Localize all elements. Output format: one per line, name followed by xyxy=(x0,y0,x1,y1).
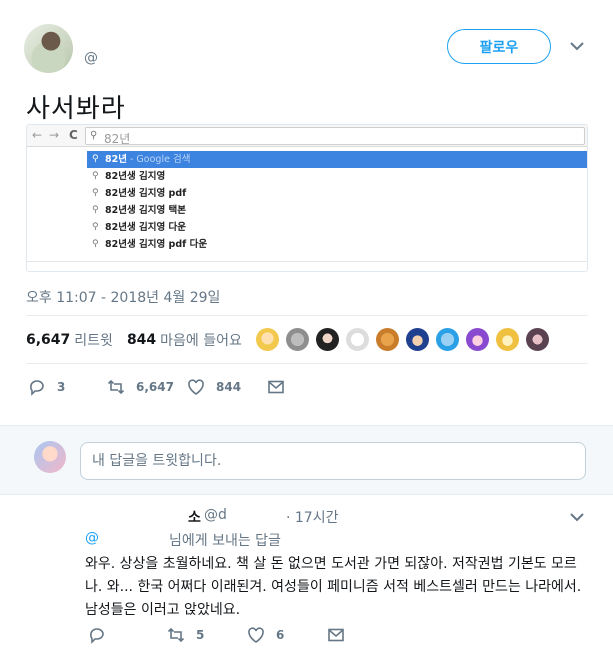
search-icon: ⚲ xyxy=(92,239,99,249)
heart-icon xyxy=(188,379,204,395)
search-icon: ⚲ xyxy=(92,171,99,181)
retweets-label[interactable]: 리트윗 xyxy=(74,330,113,350)
retweets-count[interactable]: 6,647 xyxy=(26,332,70,348)
suggestion-item: ⚲ 82년생 김지영 xyxy=(87,168,587,185)
heart-icon xyxy=(248,627,264,643)
tweet-actions: 3 6,647 844 xyxy=(28,378,285,396)
retweet-icon xyxy=(167,627,185,643)
avatar[interactable] xyxy=(256,328,279,351)
retweet-count: 6,647 xyxy=(136,380,174,394)
search-icon: ⚲ xyxy=(92,222,99,232)
retweet-count: 5 xyxy=(196,628,205,642)
avatar[interactable] xyxy=(406,328,429,351)
author-handle[interactable]: @ xyxy=(84,50,98,66)
suggestion-item: ⚲ 82년 - Google 검색 xyxy=(87,151,587,168)
direct-message-button[interactable] xyxy=(267,378,285,396)
suggestion-item: ⚲ 82년생 김지영 다운 xyxy=(87,219,587,236)
reply-text: 와우. 상상을 초월하네요. 책 살 돈 없으면 도서관 가면 되잖아. 저작권… xyxy=(85,556,582,618)
tweet-timestamp[interactable]: 오후 11:07 - 2018년 4월 29일 xyxy=(26,287,220,307)
suggestion-suffix: - Google 검색 xyxy=(126,154,191,165)
search-icon: ⚲ xyxy=(90,130,98,141)
likes-count[interactable]: 844 xyxy=(127,332,156,348)
search-icon: ⚲ xyxy=(92,154,99,164)
suggestion-text: 82년생 김지영 xyxy=(105,171,166,182)
reply-author-name[interactable]: 소 xyxy=(188,507,201,527)
avatar[interactable] xyxy=(436,328,459,351)
retweet-icon xyxy=(107,379,125,395)
avatar[interactable] xyxy=(376,328,399,351)
suggestion-list: ⚲ 82년 - Google 검색 ⚲ 82년생 김지영 ⚲ 82년생 김지영 pdf ⚲ 8… xyxy=(87,151,587,253)
suggestion-text: 82년생 김지영 다운 xyxy=(105,222,187,233)
back-arrow-icon: ← xyxy=(32,128,43,142)
reply-author-handle[interactable]: @d xyxy=(204,507,227,523)
like-button[interactable]: 844 xyxy=(187,378,267,396)
suggestion-text: 82년 xyxy=(105,154,127,165)
avatar[interactable] xyxy=(496,328,519,351)
omnibox-query: 82년 xyxy=(104,132,131,146)
suggestion-text: 82년생 김지영 pdf xyxy=(105,188,187,199)
search-icon: ⚲ xyxy=(92,188,99,198)
chevron-down-icon[interactable] xyxy=(569,509,585,525)
reply-button[interactable]: 3 xyxy=(28,378,107,396)
replying-to-handle[interactable]: @ xyxy=(85,530,99,546)
reply-button[interactable] xyxy=(88,626,167,644)
suggestion-item: ⚲ 82년생 김지영 pdf 다운 xyxy=(87,236,587,253)
my-avatar xyxy=(34,441,66,473)
reply-icon xyxy=(30,380,44,396)
reply-count: 3 xyxy=(57,380,66,394)
avatar[interactable] xyxy=(526,328,549,351)
avatar[interactable] xyxy=(286,328,309,351)
avatar[interactable] xyxy=(346,328,369,351)
avatar[interactable] xyxy=(316,328,339,351)
tweet-stats: 6,647 리트윗 844 마음에 들어요 xyxy=(26,330,242,350)
tweet-image[interactable]: ← → C ⚲ 82년 ⚲ 82년 - Google 검색 ⚲ 82년생 김지영 ⚲ 82… xyxy=(26,124,588,272)
like-button[interactable]: 6 xyxy=(247,626,327,644)
liker-avatars xyxy=(256,328,549,351)
replying-to-label: 님에게 보내는 답글 xyxy=(169,533,281,549)
tweet-text: 사서봐라 xyxy=(26,94,126,124)
reload-icon: C xyxy=(69,128,78,142)
reply-timestamp[interactable]: · 17시간 xyxy=(286,507,338,527)
chevron-down-icon[interactable] xyxy=(569,38,585,54)
reply-input[interactable]: 내 답글을 트윗합니다. xyxy=(80,442,586,480)
like-count: 6 xyxy=(276,628,285,642)
avatar[interactable] xyxy=(466,328,489,351)
reply-actions: 5 6 xyxy=(88,626,345,644)
follow-button[interactable]: 팔로우 xyxy=(447,29,551,64)
envelope-icon xyxy=(328,628,344,642)
envelope-icon xyxy=(268,380,284,394)
suggestion-text: 82년생 김지영 택본 xyxy=(105,205,187,216)
browser-toolbar: ← → C ⚲ 82년 xyxy=(27,125,587,147)
replying-to: @ 님에게 보내는 답글 xyxy=(85,530,281,549)
omnibox: ⚲ 82년 xyxy=(85,127,585,146)
retweet-button[interactable]: 5 xyxy=(167,626,247,644)
suggestion-text: 82년생 김지영 pdf 다운 xyxy=(105,239,208,250)
suggestion-item: ⚲ 82년생 김지영 pdf xyxy=(87,185,587,202)
forward-arrow-icon: → xyxy=(49,128,60,142)
search-icon: ⚲ xyxy=(92,205,99,215)
retweet-button[interactable]: 6,647 xyxy=(107,378,187,396)
likes-label[interactable]: 마음에 들어요 xyxy=(160,330,242,350)
author-avatar[interactable] xyxy=(24,24,73,73)
reply-icon xyxy=(90,628,104,644)
direct-message-button[interactable] xyxy=(327,626,345,644)
suggestion-item: ⚲ 82년생 김지영 택본 xyxy=(87,202,587,219)
like-count: 844 xyxy=(216,380,242,394)
